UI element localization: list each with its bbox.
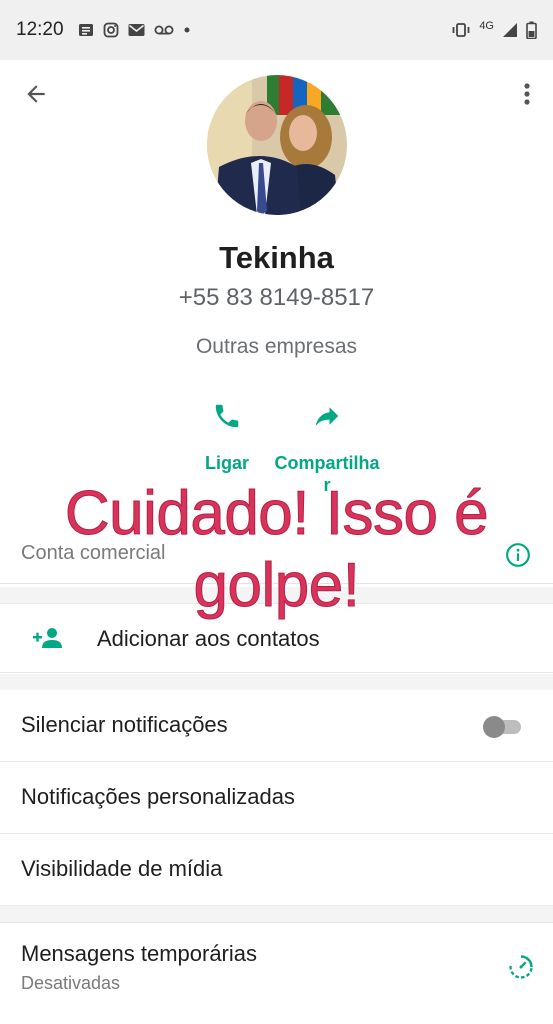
battery-icon [526,21,537,39]
temporary-messages-status: Desativadas [21,973,121,993]
business-account-row[interactable]: Conta comercial [0,530,553,584]
status-time: 12:20 [16,19,64,40]
media-visibility-row[interactable]: Visibilidade de mídia [0,834,553,906]
signal-icon [502,22,518,38]
timer-icon [507,953,535,986]
phone-icon [172,396,282,436]
message-notification-icon [78,22,94,38]
section-divider [0,587,553,603]
temporary-messages-label: Mensagens temporárias [21,941,258,966]
business-account-label: Conta comercial [21,542,166,564]
instagram-icon [103,22,119,38]
business-category: Outras empresas [195,335,358,358]
notification-icons [78,22,191,38]
share-action-button[interactable]: Compartilhar [272,396,382,496]
section-divider [0,906,553,922]
contact-name: Tekinha [219,240,334,275]
network-type: 4G [479,20,494,32]
mute-notifications-toggle[interactable] [483,716,523,738]
section-divider [0,674,553,690]
call-action-button[interactable]: Ligar [172,396,282,474]
custom-notifications-row[interactable]: Notificações personalizadas [0,762,553,834]
add-to-contacts-label: Adicionar aos contatos [97,626,320,651]
share-label: Compartilhar [274,453,380,495]
add-to-contacts-row[interactable]: Adicionar aos contatos [0,603,553,673]
mute-notifications-label: Silenciar notificações [21,712,228,737]
more-vert-icon [523,82,531,111]
mute-notifications-row[interactable]: Silenciar notificações [0,690,553,762]
toggle-thumb [483,716,505,738]
custom-notifications-label: Notificações personalizadas [21,784,295,809]
share-icon [272,396,382,436]
add-person-icon [32,626,64,655]
arrow-back-icon [23,81,49,112]
status-bar: 12:20 4G [0,0,553,60]
back-button[interactable] [20,80,52,112]
voicemail-icon [154,24,174,36]
contact-phone-number: +55 83 8149-8517 [178,284,375,311]
temporary-messages-row[interactable]: Mensagens temporárias Desativadas [0,922,553,1012]
more-options-button[interactable] [517,80,537,112]
more-notifications-dot-icon [183,26,191,34]
info-icon[interactable] [505,542,531,573]
media-visibility-label: Visibilidade de mídia [21,856,223,881]
email-icon [128,23,145,37]
call-label: Ligar [204,453,249,473]
system-icons: 4G [451,20,537,39]
contact-avatar[interactable] [207,75,347,215]
vibrate-icon [451,22,471,38]
